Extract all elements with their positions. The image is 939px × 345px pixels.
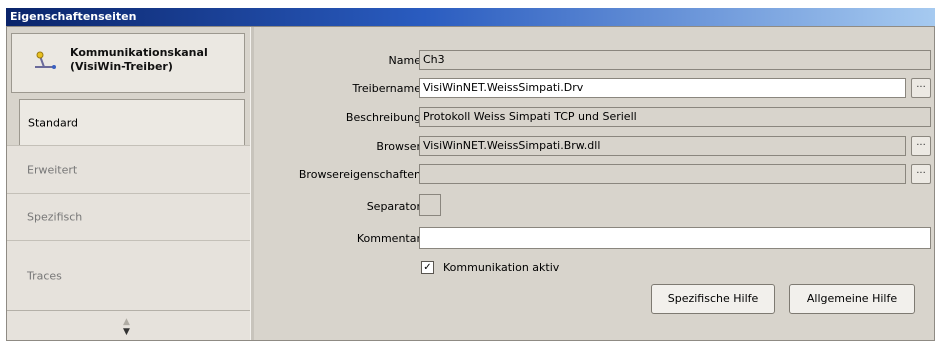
allgemeine-hilfe-button[interactable]: Allgemeine Hilfe: [789, 284, 915, 314]
channel-header-title-line1: Kommunikationskanal: [70, 46, 208, 59]
browser-label: Browser: [376, 140, 421, 153]
browsereigenschaften-label: Browsereigenschaften: [298, 168, 421, 181]
nav-item-spezifisch[interactable]: Spezifisch: [7, 194, 250, 241]
separator-field[interactable]: [419, 194, 441, 216]
nav-item-label: Traces: [27, 269, 62, 282]
beschreibung-label: Beschreibung: [345, 111, 421, 124]
kommentar-field[interactable]: [419, 227, 931, 249]
left-panel: Kommunikationskanal (VisiWin-Treiber) St…: [7, 27, 250, 340]
treibername-browse-button[interactable]: ...: [911, 78, 931, 98]
browser-field: VisiWinNET.WeissSimpati.Brw.dll: [419, 136, 906, 156]
spezifische-hilfe-button[interactable]: Spezifische Hilfe: [651, 284, 775, 314]
nav-scroll-area: ▲ ▼: [7, 311, 250, 340]
scroll-up-icon[interactable]: ▲: [123, 317, 130, 327]
scroll-down-icon[interactable]: ▼: [123, 327, 130, 337]
window-title-bar: Eigenschaftenseiten: [6, 8, 935, 26]
nav-item-label: Spezifisch: [27, 210, 83, 224]
treibername-field[interactable]: VisiWinNET.WeissSimpati.Drv: [419, 78, 906, 98]
panel-divider[interactable]: [250, 27, 254, 340]
name-field: Ch3: [419, 50, 931, 70]
treibername-label: Treibername: [352, 82, 421, 95]
beschreibung-field: Protokoll Weiss Simpati TCP und Seriell: [419, 107, 931, 127]
kommunikation-aktiv-label: Kommunikation aktiv: [443, 261, 560, 274]
nav-item-label: Erweitert: [27, 163, 78, 176]
channel-header-title-line2: (VisiWin-Treiber): [70, 60, 173, 73]
browsereigenschaften-browse-button[interactable]: ...: [911, 164, 931, 184]
nav-item-traces[interactable]: Traces: [7, 241, 250, 311]
nav-item-standard[interactable]: Standard: [19, 99, 245, 145]
window-title: Eigenschaftenseiten: [10, 10, 137, 23]
nav-item-erweitert[interactable]: Erweitert: [7, 145, 250, 194]
nav-item-label: Standard: [28, 116, 79, 129]
channel-icon: [35, 51, 56, 69]
channel-header-title: Kommunikationskanal (VisiWin-Treiber): [70, 46, 208, 74]
name-label: Name: [388, 54, 421, 67]
property-pages-dialog: Kommunikationskanal (VisiWin-Treiber) St…: [6, 26, 935, 341]
kommentar-label: Kommentar: [356, 232, 421, 245]
browsereigenschaften-field: [419, 164, 906, 184]
separator-label: Separator: [366, 200, 421, 213]
kommunikation-aktiv-checkbox[interactable]: ✓: [421, 261, 434, 274]
browser-browse-button[interactable]: ...: [911, 136, 931, 156]
channel-header: Kommunikationskanal (VisiWin-Treiber): [11, 33, 245, 93]
